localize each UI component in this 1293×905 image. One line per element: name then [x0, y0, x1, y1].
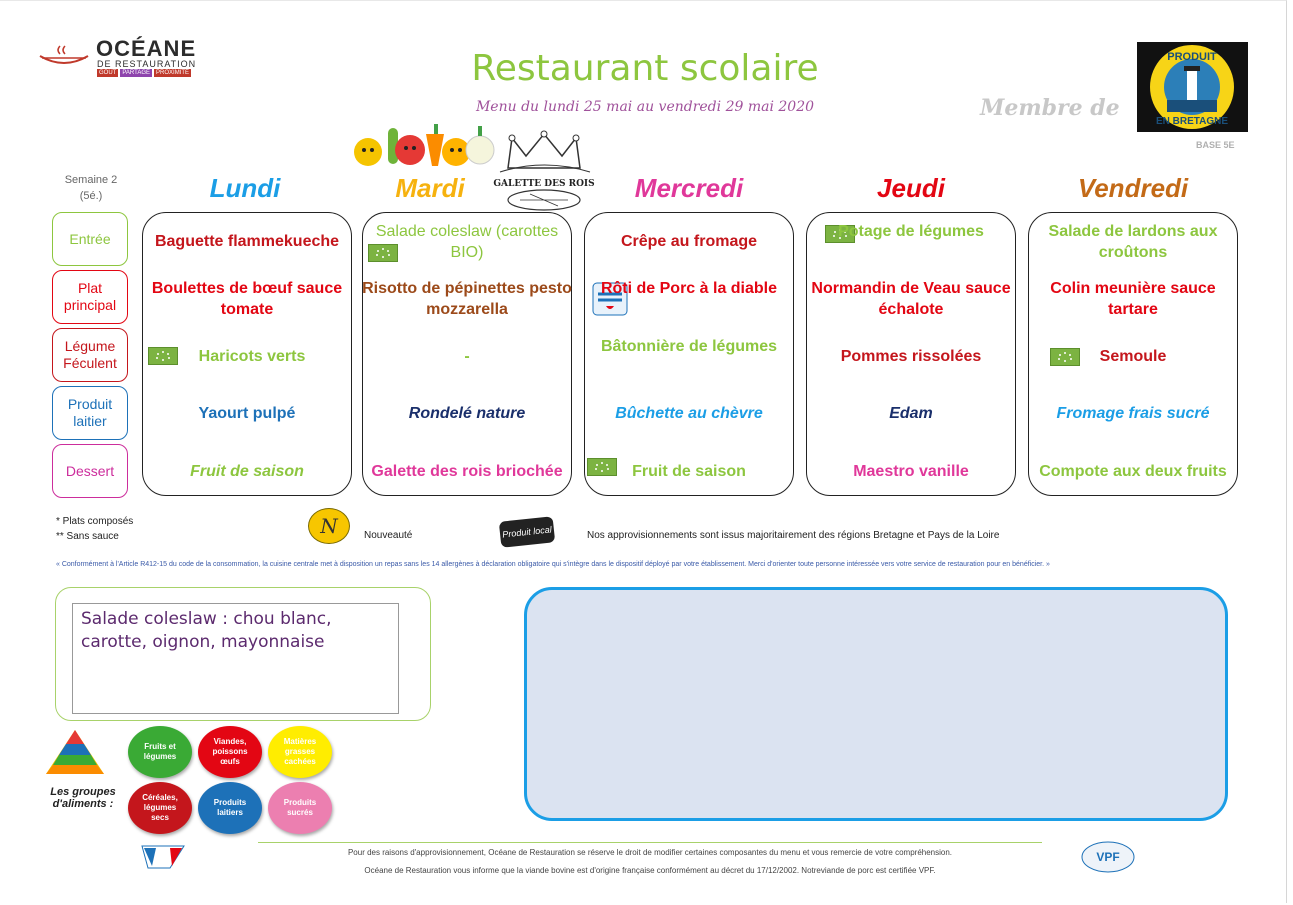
footer-line-1: Pour des raisons d'approvisionnement, Oc…	[347, 848, 953, 857]
row-label-laitier: Produit laitier	[52, 386, 128, 440]
day-header-vendredi: Vendredi	[1077, 173, 1189, 203]
legend-sans-sauce: ** Sans sauce	[56, 531, 119, 542]
dish-mercredi-entree: Crêpe au fromage	[620, 233, 758, 250]
svg-text:EN BRETAGNE: EN BRETAGNE	[1156, 116, 1228, 127]
dish-mardi-laitier: Rondelé nature	[408, 405, 526, 422]
food-group-matieres-grasses: Matières grasses cachées	[268, 726, 332, 778]
page-title: Restaurant scolaire	[471, 48, 819, 89]
dish-jeudi-plat: Normandin de Veau sauce échalote	[811, 280, 1011, 318]
dish-lundi-plat: Boulettes de bœuf sauce tomate	[151, 280, 343, 318]
brand-tag: GOÛT	[97, 69, 119, 77]
base-label: BASE 5E	[1196, 140, 1235, 150]
dish-lundi-dessert: Fruit de saison	[190, 463, 304, 480]
dish-vendredi-dessert: Compote aux deux fruits	[1039, 463, 1227, 480]
week-label: Semaine 2 (5é.)	[58, 172, 124, 204]
food-group-fruits-legumes: Fruits et légumes	[128, 726, 192, 778]
dish-jeudi-entree: Potage de légumes	[838, 223, 984, 240]
info-panel	[524, 587, 1228, 821]
dish-mercredi-dessert: Fruit de saison	[632, 463, 746, 480]
vpf-logo: VPF	[1081, 841, 1135, 873]
dish-vendredi-entree: Salade de lardons aux croûtons	[1048, 223, 1218, 261]
brand-tags: GOÛT PARTAGE PROXIMITÉ	[97, 69, 192, 77]
week-number: Semaine 2	[64, 174, 118, 186]
day-header-mercredi: Mercredi	[634, 173, 744, 203]
viande-francaise-logo	[141, 845, 185, 869]
bio-icon	[368, 244, 398, 262]
brand-tag: PROXIMITÉ	[154, 69, 192, 77]
dish-lundi-entree: Baguette flammekueche	[154, 233, 340, 250]
dish-mardi-dessert: Galette des rois briochée	[371, 463, 563, 480]
menu-dates: Menu du lundi 25 mai au vendredi 29 mai …	[475, 99, 815, 115]
food-group-produits-laitiers: Produits laitiers	[198, 782, 262, 834]
brand-sub: DE RESTAURATION	[97, 59, 197, 69]
food-pyramid-icon	[46, 730, 104, 774]
food-group-cereales: Céréales, légumes secs	[128, 782, 192, 834]
approvisionnement-text: Nos approvisionnements sont issus majori…	[587, 530, 1000, 541]
food-group-viandes: Viandes, poissons œufs	[198, 726, 262, 778]
legend-notes: * Plats composés ** Sans sauce	[56, 514, 133, 544]
coleslaw-note: Salade coleslaw : chou blanc, carotte, o…	[72, 603, 399, 714]
dish-mercredi-plat: Rôti de Porc à la diable	[600, 280, 778, 297]
dish-mardi-legume: -	[464, 348, 470, 365]
day-header-lundi: Lundi	[209, 173, 281, 203]
dish-mercredi-laitier: Bûchette au chèvre	[615, 405, 763, 422]
footer-line-2: Océane de Restauration vous informe que …	[364, 866, 936, 875]
dish-jeudi-laitier: Edam	[889, 405, 933, 422]
row-label-plat: Plat principal	[52, 270, 128, 324]
dish-vendredi-plat: Colin meunière sauce tartare	[1050, 280, 1216, 318]
row-label-dessert: Dessert	[52, 444, 128, 498]
dish-mardi-plat: Risotto de pépinettes pesto mozzarella	[362, 280, 572, 318]
oceane-logo-icon	[39, 45, 89, 64]
dish-vendredi-legume: Semoule	[1099, 348, 1167, 365]
dish-mercredi-legume: Bâtonnière de légumes	[600, 338, 778, 355]
week-level: (5é.)	[79, 190, 103, 202]
vegetables-illustration	[354, 124, 495, 166]
brand-tag: PARTAGE	[120, 69, 153, 77]
membre-label: Membre de	[980, 95, 1120, 121]
row-label-entree: Entrée	[52, 212, 128, 266]
dish-lundi-legume: Haricots verts	[198, 348, 306, 365]
svg-text:PRODUIT: PRODUIT	[1167, 51, 1217, 63]
footer-divider	[258, 842, 1042, 843]
dish-jeudi-dessert: Maestro vanille	[853, 463, 969, 480]
nouveaute-label: Nouveauté	[364, 530, 413, 541]
dish-vendredi-laitier: Fromage frais sucré	[1056, 405, 1210, 422]
dish-jeudi-legume: Pommes rissolées	[840, 348, 982, 365]
allergen-notice: « Conformément à l'Article R412-15 du co…	[56, 561, 1050, 568]
day-header-jeudi: Jeudi	[877, 173, 945, 203]
nouveaute-icon: N	[308, 508, 350, 544]
produit-en-bretagne-badge: PRODUIT EN BRETAGNE	[1137, 42, 1248, 132]
day-header-mardi: Mardi	[395, 173, 465, 203]
food-groups-label: Les groupes d'aliments :	[50, 786, 116, 810]
dish-lundi-laitier: Yaourt pulpé	[198, 405, 296, 422]
legend-plats-composes: * Plats composés	[56, 516, 134, 527]
row-label-legume: Légume Féculent	[52, 328, 128, 382]
svg-text:VPF: VPF	[1096, 850, 1119, 864]
food-group-produits-sucres: Produits sucrés	[268, 782, 332, 834]
